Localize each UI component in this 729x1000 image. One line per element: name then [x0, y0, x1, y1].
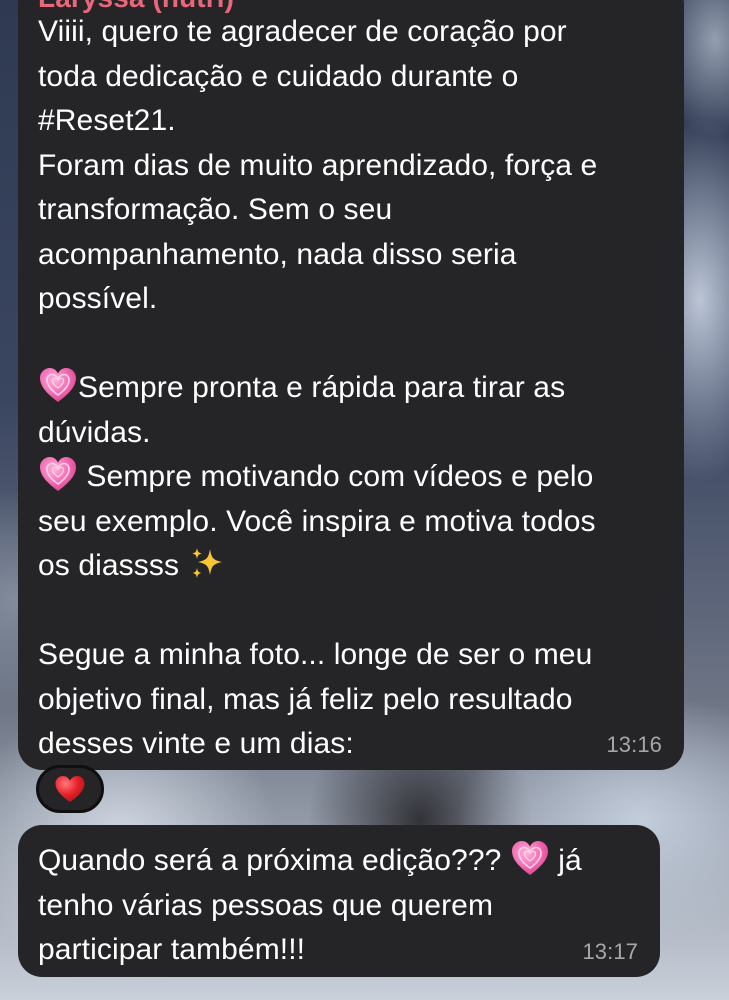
growing-heart-icon [38, 456, 78, 494]
message-reaction[interactable] [36, 765, 104, 813]
growing-heart-icon [38, 367, 78, 405]
message-text: Quando será a próxima edição??? já tenho… [38, 839, 640, 973]
message-timestamp: 13:17 [582, 939, 638, 964]
message-bubble-incoming[interactable]: Laryssa (nutri) Viiii, quero te agradece… [18, 0, 684, 770]
red-heart-icon [54, 775, 86, 804]
message-text: Viiii, quero te agradecer de coração por… [38, 15, 598, 760]
message-bubble-incoming[interactable]: Quando será a próxima edição??? já tenho… [18, 825, 660, 977]
message-timestamp: 13:16 [606, 732, 662, 757]
sparkles-icon [188, 545, 226, 583]
growing-heart-icon [510, 840, 550, 878]
